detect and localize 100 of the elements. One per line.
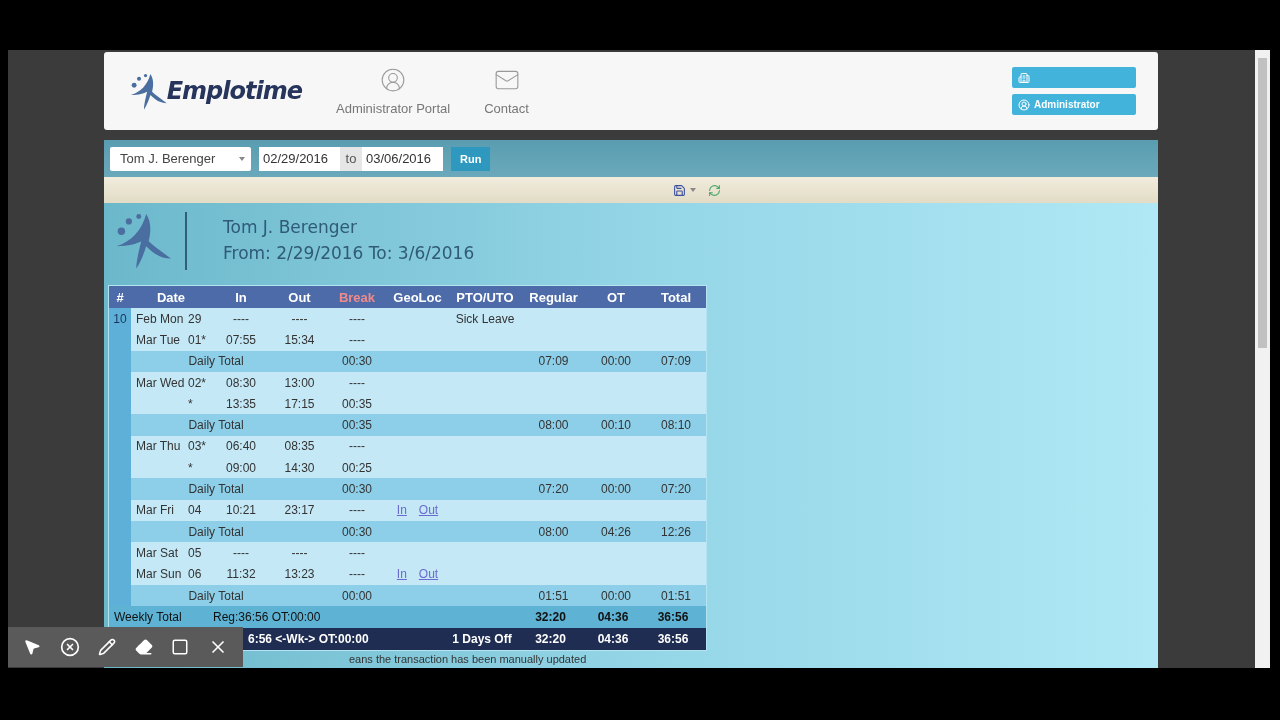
- column-header: OT: [605, 288, 627, 307]
- day-cell: *: [188, 460, 193, 475]
- pto-cell-text: 1 Days Off: [451, 632, 513, 647]
- nav-link[interactable]: Contact: [484, 66, 529, 116]
- week-number: 10: [109, 308, 131, 607]
- summary-text: 6:56 <-Wk-> OT:00:00: [247, 632, 370, 647]
- ot-cell-text: 04:36: [596, 632, 630, 647]
- time-in-cell-text: 09:00: [225, 460, 257, 475]
- administrator-button[interactable]: Administrator: [1012, 94, 1136, 115]
- regular-cell-text: 32:20: [534, 610, 567, 625]
- column-header: In: [234, 288, 248, 307]
- total-label: Daily Total: [187, 524, 245, 539]
- footnote: eans the transaction has been manually updated: [348, 652, 588, 666]
- break-cell-text: ----: [348, 311, 366, 326]
- total-cell-text: 12:26: [660, 524, 692, 539]
- regular-cell-text: 32:20: [534, 632, 567, 647]
- date-range: From: 2/29/2016 To: 3/6/2016: [223, 243, 475, 263]
- employee-select[interactable]: Tom J. Berenger: [110, 146, 251, 171]
- day-cell: 29: [188, 311, 202, 326]
- time-out-cell-text: 08:35: [283, 439, 316, 454]
- regular-cell-text: 08:00: [537, 524, 570, 539]
- break-cell-text: ----: [348, 439, 366, 454]
- break-cell-text: 00:00: [341, 588, 373, 603]
- break-cell-text: ----: [348, 567, 366, 582]
- regular-cell-text: 07:09: [537, 354, 570, 369]
- time-out-cell-text: 13:00: [283, 375, 316, 390]
- date-cell-text: Mar Sat: [136, 545, 179, 560]
- day-cell: 05: [188, 545, 202, 560]
- start-date-field[interactable]: 02/29/2016: [259, 146, 340, 171]
- column-header: Regular: [528, 288, 579, 307]
- logo-text: Emplotime: [166, 77, 302, 105]
- run-button[interactable]: Run: [451, 146, 491, 171]
- total-cell-text: 08:10: [660, 418, 692, 433]
- ot-cell-text: 00:00: [600, 588, 632, 603]
- time-in-cell-text: 08:30: [225, 375, 257, 390]
- total-cell-text: 01:51: [660, 588, 692, 603]
- date-cell-text: Mar Sun: [136, 567, 183, 582]
- time-out-cell-text: 14:30: [283, 460, 316, 475]
- geo-link[interactable]: In: [396, 567, 407, 582]
- save-icon[interactable]: [673, 183, 686, 197]
- time-in-cell-text: 11:32: [225, 567, 257, 582]
- break-cell-text: 00:30: [341, 482, 373, 496]
- time-out-cell-text: 17:15: [283, 396, 316, 411]
- column-header: GeoLoc: [392, 288, 443, 307]
- day-cell: 04: [188, 503, 202, 518]
- pto-cell-text: Sick Leave: [454, 311, 516, 326]
- time-in-cell-text: ----: [232, 545, 250, 560]
- ot-cell-text: 00:00: [600, 482, 632, 496]
- day-cell: *: [188, 396, 193, 411]
- time-out-cell-text: ----: [290, 311, 309, 326]
- time-in-cell-text: 13:35: [225, 396, 257, 411]
- nav-link[interactable]: Administrator Portal: [336, 66, 451, 116]
- caret-icon[interactable]: [690, 188, 696, 192]
- ot-cell-text: 00:10: [600, 418, 632, 433]
- date-cell-text: Mar Tue: [136, 332, 181, 347]
- ot-cell-text: 00:00: [600, 354, 632, 369]
- date-cell-text: Mar Fri: [136, 503, 175, 518]
- regular-cell-text: 01:51: [537, 588, 570, 603]
- ot-cell-text: 04:36: [596, 610, 630, 625]
- day-cell: 01*: [188, 332, 207, 347]
- total-cell-text: 36:56: [656, 610, 690, 625]
- break-cell-text: ----: [348, 332, 366, 347]
- ot-cell-text: 04:26: [600, 524, 632, 539]
- total-label: Daily Total: [187, 482, 245, 496]
- break-cell-text: 00:30: [341, 524, 373, 539]
- break-cell-text: 00:35: [341, 418, 373, 433]
- end-date-field[interactable]: 03/06/2016: [362, 146, 443, 171]
- break-cell-text: 00:30: [341, 354, 373, 369]
- to-label: to: [340, 146, 362, 171]
- time-out-cell-text: 23:17: [283, 503, 316, 518]
- column-header: PTO/UTO: [455, 288, 515, 307]
- scrollbar[interactable]: [1255, 50, 1270, 668]
- break-cell-text: ----: [348, 545, 366, 560]
- break-cell-text: 00:25: [341, 460, 373, 475]
- column-header: Total: [659, 288, 693, 307]
- time-in-cell-text: 07:55: [225, 332, 257, 347]
- total-cell-text: 07:09: [660, 354, 692, 369]
- column-header: Out: [287, 288, 312, 307]
- regular-cell-text: 08:00: [537, 418, 570, 433]
- building-icon: [1018, 71, 1030, 84]
- total-label: Daily Total: [187, 588, 245, 603]
- break-cell-text: ----: [348, 503, 366, 518]
- employee-name: Tom J. Berenger: [223, 217, 358, 237]
- summary-text: Reg:36:56 OT:00:00: [212, 610, 322, 625]
- day-cell: 02*: [188, 375, 207, 390]
- column-header: Date: [155, 288, 187, 307]
- date-cell-text: Feb Mon: [136, 311, 185, 326]
- time-in-cell-text: 10:21: [225, 503, 257, 518]
- column-header: #: [115, 288, 125, 307]
- time-in-cell-text: 06:40: [225, 439, 257, 454]
- total-cell-text: 36:56: [656, 632, 690, 647]
- geo-link[interactable]: In: [396, 503, 407, 518]
- geo-link[interactable]: Out: [418, 567, 439, 582]
- user-icon: [380, 66, 407, 93]
- total-label: Weekly Total: [113, 610, 183, 625]
- time-out-cell-text: 13:23: [283, 567, 316, 582]
- total-label: Daily Total: [187, 418, 245, 433]
- column-header: Break: [337, 288, 377, 307]
- time-out-cell-text: 15:34: [283, 332, 316, 347]
- geo-link[interactable]: Out: [418, 503, 439, 518]
